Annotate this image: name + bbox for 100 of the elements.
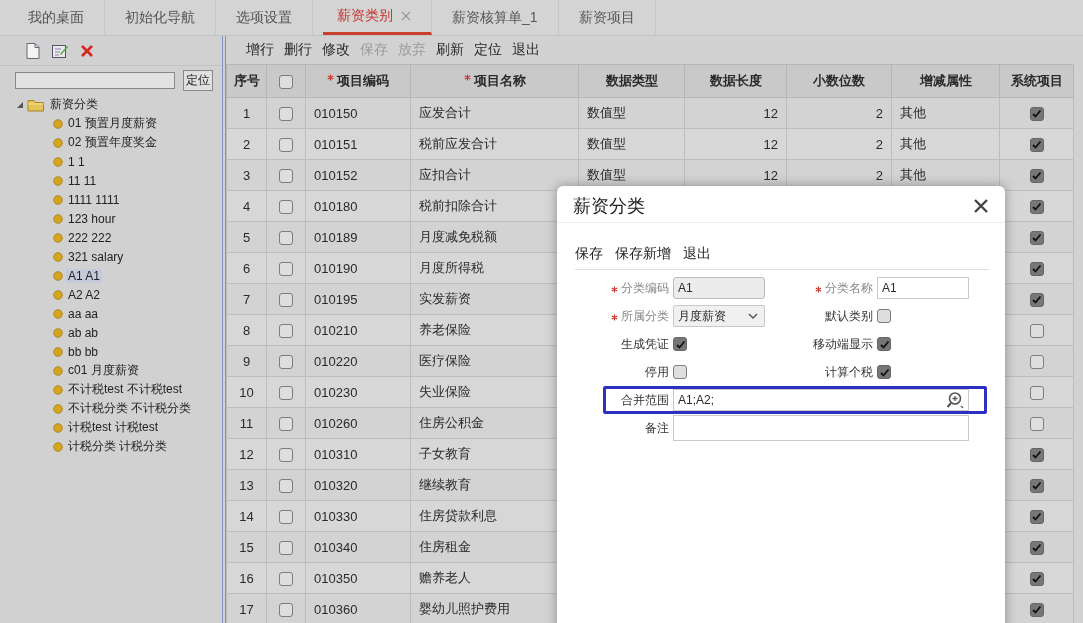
- system-item-checkbox[interactable]: [1029, 230, 1044, 245]
- row-checkbox[interactable]: [279, 385, 293, 400]
- search-field[interactable]: [15, 72, 175, 89]
- lookup-field[interactable]: A1;A2;: [673, 389, 969, 411]
- row-checkbox[interactable]: [279, 447, 293, 462]
- system-item-checkbox[interactable]: [1029, 168, 1044, 183]
- tree-item[interactable]: 123 hour: [66, 211, 118, 226]
- toolbar-button[interactable]: 退出: [512, 41, 540, 59]
- tree-item[interactable]: 计税test 计税test: [66, 419, 161, 436]
- checkbox[interactable]: [673, 365, 687, 379]
- system-item-checkbox[interactable]: [1029, 106, 1044, 121]
- search-icon[interactable]: [946, 391, 964, 409]
- system-item-checkbox[interactable]: [1029, 385, 1044, 400]
- row-checkbox[interactable]: [279, 137, 293, 152]
- tab[interactable]: 我的桌面: [8, 0, 105, 35]
- tab[interactable]: 薪资类别: [323, 0, 432, 35]
- row-checkbox[interactable]: [279, 168, 293, 183]
- tree-item[interactable]: 不计税分类 不计税分类: [66, 400, 194, 417]
- system-item-checkbox[interactable]: [1029, 540, 1044, 555]
- table-cell: 2: [875, 136, 883, 152]
- toolbar-button[interactable]: 保存新增: [615, 245, 671, 263]
- dot-icon: [53, 232, 63, 243]
- checkbox[interactable]: [877, 337, 891, 351]
- check-icon: [878, 338, 890, 350]
- tree-item[interactable]: 01 预置月度薪资: [66, 115, 159, 132]
- system-item-checkbox[interactable]: [1029, 509, 1044, 524]
- row-checkbox[interactable]: [279, 571, 293, 586]
- tree-item[interactable]: A1 A1: [66, 268, 103, 283]
- tree-item[interactable]: A2 A2: [66, 287, 103, 302]
- system-item-checkbox[interactable]: [1029, 602, 1044, 617]
- tab[interactable]: 薪资核算单_1: [432, 0, 559, 35]
- row-checkbox[interactable]: [279, 199, 293, 214]
- column-header: 数据长度: [709, 73, 762, 88]
- tree-item[interactable]: 薪资分类: [48, 96, 100, 113]
- row-checkbox[interactable]: [279, 230, 293, 245]
- column-header: 项目名称: [473, 73, 526, 88]
- edit-icon[interactable]: [52, 43, 68, 59]
- row-checkbox[interactable]: [279, 509, 293, 524]
- system-item-checkbox[interactable]: [1029, 447, 1044, 462]
- check-icon: [1031, 511, 1042, 523]
- locate-button[interactable]: 定位: [183, 70, 213, 91]
- toolbar-button[interactable]: 刷新: [436, 41, 464, 59]
- row-checkbox[interactable]: [279, 540, 293, 555]
- dot-icon: [53, 118, 63, 129]
- system-item-checkbox[interactable]: [1029, 261, 1044, 276]
- system-item-checkbox[interactable]: [1029, 354, 1044, 369]
- checkbox[interactable]: [673, 337, 687, 351]
- system-item-checkbox[interactable]: [1029, 292, 1044, 307]
- tree-item[interactable]: 11 11: [66, 173, 99, 188]
- row-checkbox[interactable]: [279, 478, 293, 493]
- folder-icon: [27, 97, 45, 112]
- checkbox[interactable]: [877, 365, 891, 379]
- table-cell: 实发薪资: [419, 291, 471, 306]
- select-all-checkbox[interactable]: [279, 74, 293, 89]
- toolbar-button[interactable]: 增行: [246, 41, 274, 59]
- tree-item[interactable]: bb bb: [66, 344, 101, 359]
- system-item-checkbox[interactable]: [1029, 323, 1044, 338]
- toolbar-button[interactable]: 退出: [683, 245, 711, 263]
- row-checkbox[interactable]: [279, 354, 293, 369]
- tree-item[interactable]: 不计税test 不计税test: [66, 381, 185, 398]
- tab[interactable]: 初始化导航: [105, 0, 216, 35]
- checkbox[interactable]: [877, 309, 891, 323]
- toolbar-button[interactable]: 定位: [474, 41, 502, 59]
- new-document-icon[interactable]: [26, 43, 40, 59]
- toolbar-button[interactable]: 修改: [322, 41, 350, 59]
- tab[interactable]: 薪资项目: [558, 0, 656, 35]
- row-checkbox[interactable]: [279, 292, 293, 307]
- tree-item[interactable]: aa aa: [66, 306, 101, 321]
- tree-item[interactable]: 02 预置年度奖金: [66, 134, 159, 151]
- system-item-checkbox[interactable]: [1029, 571, 1044, 586]
- tree-item[interactable]: 321 salary: [66, 249, 126, 264]
- table-cell: 12: [239, 446, 254, 462]
- toolbar-button[interactable]: 保存: [575, 245, 603, 263]
- row-checkbox[interactable]: [279, 416, 293, 431]
- tree-item[interactable]: ab ab: [66, 325, 101, 340]
- close-icon[interactable]: [973, 198, 989, 214]
- remarks-field[interactable]: [673, 415, 969, 441]
- system-item-checkbox[interactable]: [1029, 199, 1044, 214]
- system-item-checkbox[interactable]: [1029, 137, 1044, 152]
- tree-item[interactable]: 1111 1111: [66, 192, 122, 207]
- input-field[interactable]: A1: [877, 277, 969, 299]
- system-item-checkbox[interactable]: [1029, 416, 1044, 431]
- tree-item[interactable]: 计税分类 计税分类: [66, 438, 170, 455]
- collapse-icon[interactable]: [16, 100, 24, 109]
- toolbar-button[interactable]: 删行: [284, 41, 312, 59]
- tree-item[interactable]: 1 1: [66, 154, 87, 169]
- delete-icon[interactable]: [80, 44, 94, 58]
- table-cell: 数值型: [587, 105, 626, 120]
- tree-item[interactable]: 222 222: [66, 230, 114, 245]
- system-item-checkbox[interactable]: [1029, 478, 1044, 493]
- tree-item[interactable]: c01 月度薪资: [66, 362, 141, 379]
- row-checkbox[interactable]: [279, 261, 293, 276]
- select-field[interactable]: 月度薪资: [673, 305, 765, 327]
- row-checkbox[interactable]: [279, 323, 293, 338]
- tab[interactable]: 选项设置: [216, 0, 313, 35]
- row-checkbox[interactable]: [279, 602, 293, 617]
- table-cell: 010195: [314, 291, 358, 307]
- dot-icon: [53, 289, 63, 300]
- row-checkbox[interactable]: [279, 106, 293, 121]
- field-label: 计算个税: [825, 363, 873, 381]
